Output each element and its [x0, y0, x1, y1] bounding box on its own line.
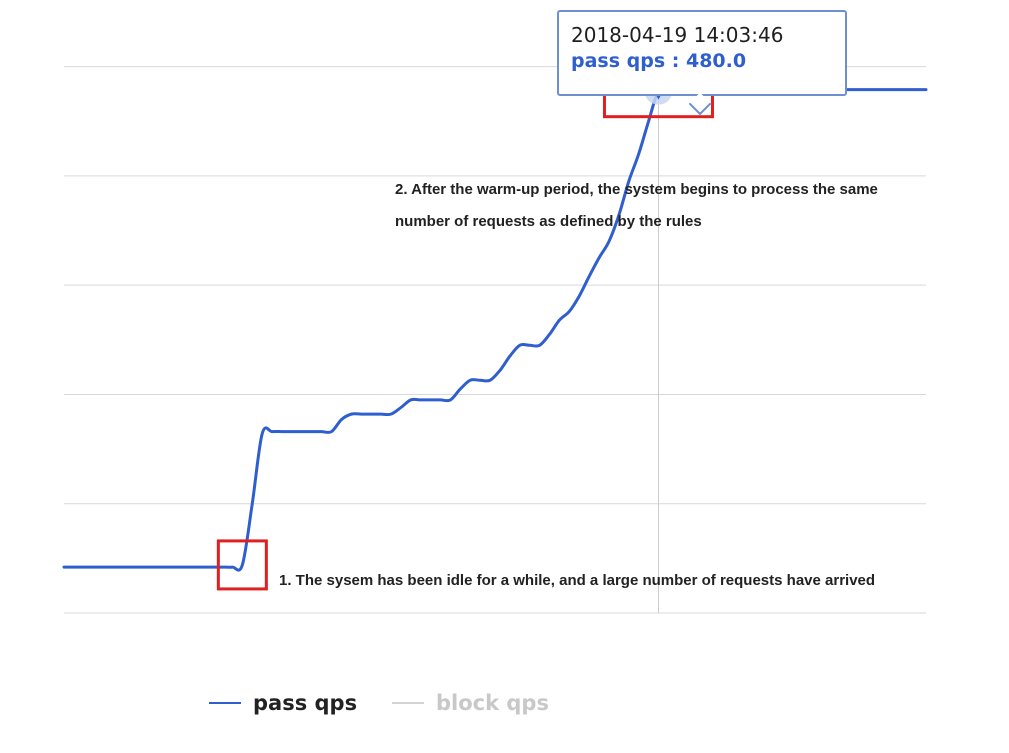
- legend-swatch-block-qps: [392, 702, 424, 704]
- tooltip-time: 2018-04-19 14:03:46: [571, 23, 784, 47]
- legend-item-pass-qps[interactable]: pass qps: [209, 688, 357, 718]
- tooltip-value: pass qps : 480.0: [571, 50, 747, 72]
- tooltip: 2018-04-19 14:03:46 pass qps : 480.0: [557, 10, 847, 96]
- annotation-idle: 1. The sysem has been idle for a while, …: [279, 572, 876, 589]
- grid-lines: [64, 66, 926, 614]
- line-chart: [62, 63, 928, 614]
- legend-item-block-qps[interactable]: block qps: [392, 688, 549, 718]
- legend-label-pass-qps: pass qps: [253, 691, 358, 715]
- legend-label-block-qps: block qps: [436, 691, 549, 715]
- annotation-warmup: 2. After the warm-up period, the system …: [395, 181, 878, 230]
- legend-swatch-pass-qps: [209, 702, 241, 704]
- pass-qps-line: [62, 86, 928, 572]
